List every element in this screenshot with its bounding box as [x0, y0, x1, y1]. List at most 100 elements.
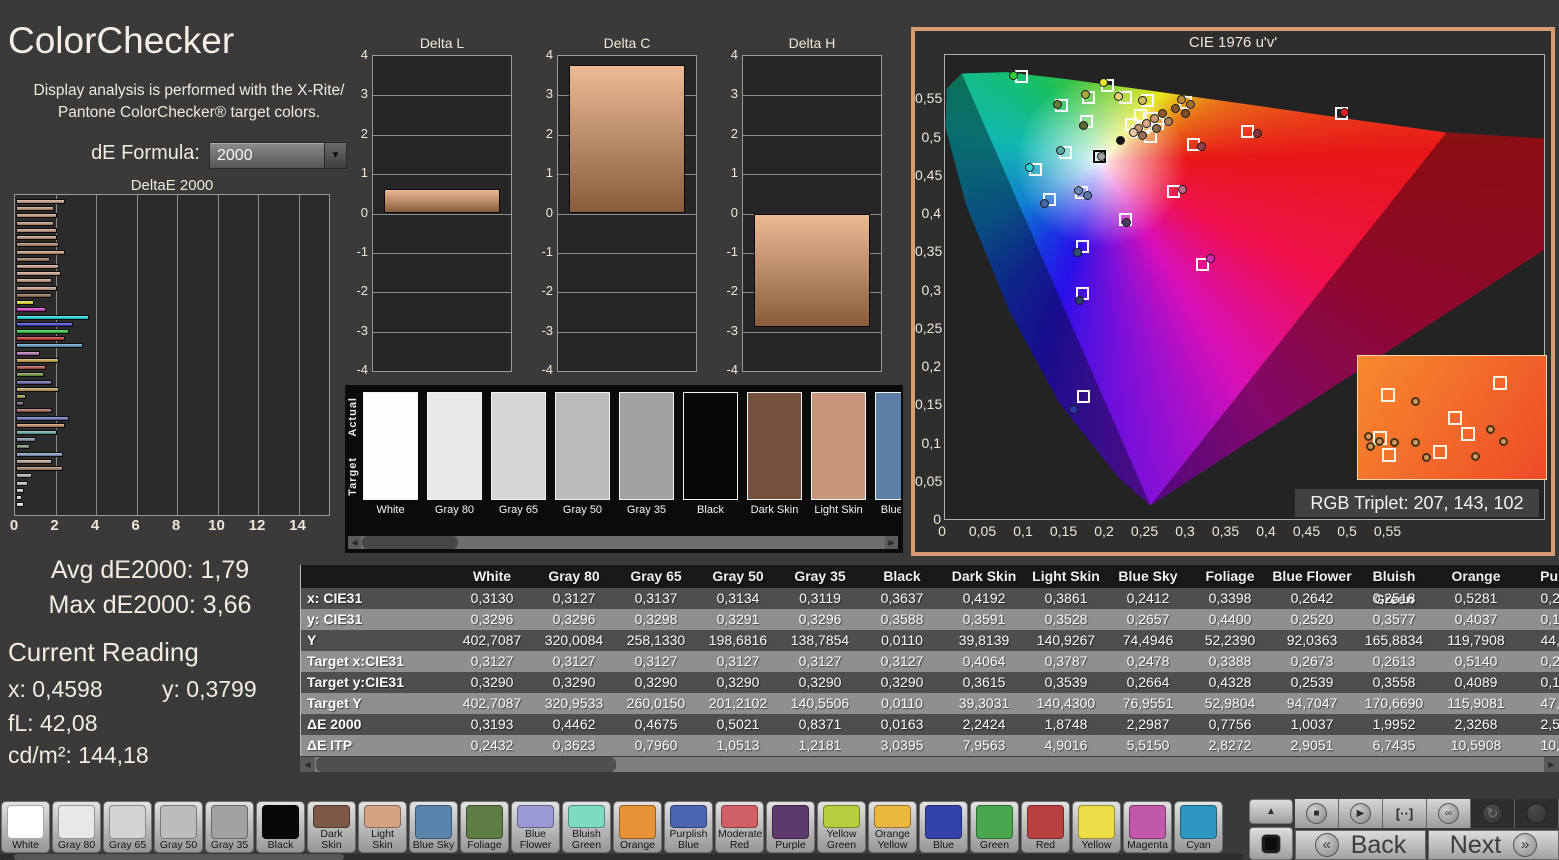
- de-formula-dropdown[interactable]: 2000 ▼: [209, 142, 347, 169]
- y-tick-label: 4: [348, 47, 368, 62]
- patch-bar-scrollbar[interactable]: [0, 854, 1243, 860]
- patch-color: [58, 805, 95, 839]
- continuous-measure-button[interactable]: ∞: [1427, 799, 1471, 828]
- x-tick-label: 4: [77, 517, 113, 534]
- table-cell: 2,3268: [1435, 714, 1517, 735]
- patch-tile-bluish-green[interactable]: Bluish Green: [562, 801, 611, 853]
- target-label: Target: [347, 457, 359, 496]
- table-row: Target Y402,7087320,9533260,0150201,2102…: [301, 693, 1559, 714]
- table-cell: 0,3290: [861, 672, 943, 693]
- scroll-right-icon[interactable]: ▶: [1544, 757, 1559, 772]
- play-button[interactable]: ▶: [1339, 799, 1383, 828]
- scroll-left-icon[interactable]: ◀: [348, 536, 361, 549]
- x-tick-label: 0: [0, 517, 32, 534]
- de-bar: [16, 271, 61, 276]
- gridline: [373, 253, 511, 254]
- patch-tile-dark-skin[interactable]: Dark Skin: [307, 801, 356, 853]
- patch-tile-blue[interactable]: Blue: [919, 801, 968, 853]
- table-cell: 0,3637: [861, 588, 943, 609]
- scrollbar-thumb[interactable]: [316, 757, 616, 772]
- scrollbar-thumb[interactable]: [362, 536, 458, 549]
- patch-tile-gray-35[interactable]: Gray 35: [205, 801, 254, 853]
- swatch-strip-scrollbar[interactable]: ◀ ▶: [348, 536, 898, 549]
- swatch-name: Gray 65: [491, 504, 546, 516]
- patch-label: Dark Skin: [310, 828, 353, 851]
- patch-tile-purple[interactable]: Purple: [766, 801, 815, 853]
- x-tick-label: 8: [158, 517, 194, 534]
- stop-icon: [1262, 835, 1280, 853]
- stop-button[interactable]: ■: [1295, 799, 1339, 828]
- x-tick-label: 0: [924, 523, 960, 539]
- delta-chart-frame: [372, 55, 512, 372]
- de-bar: [16, 502, 24, 507]
- stop-square-button[interactable]: [1249, 827, 1293, 860]
- patch-label: Gray 35: [208, 839, 251, 851]
- patch-label: Magenta: [1126, 839, 1169, 851]
- refresh-button[interactable]: ↻: [1471, 799, 1515, 828]
- patch-tile-yellow-green[interactable]: Yellow Green: [817, 801, 866, 853]
- row-label: y: CIE31: [301, 609, 451, 630]
- patch-tile-gray-50[interactable]: Gray 50: [154, 801, 203, 853]
- table-cell: 0,0163: [861, 714, 943, 735]
- patch-tile-green[interactable]: Green: [970, 801, 1019, 853]
- scroll-up-button[interactable]: ▲: [1249, 799, 1293, 824]
- patch-tile-orange[interactable]: Orange: [613, 801, 662, 853]
- de-formula-label: dE Formula:: [60, 142, 200, 165]
- table-cell: 0,8371: [779, 714, 861, 735]
- table-cell: 0,2613: [1353, 651, 1435, 672]
- chevron-down-icon[interactable]: ▼: [324, 143, 346, 168]
- patch-color: [364, 805, 401, 828]
- table-cell: 0,3588: [861, 609, 943, 630]
- x-tick-label: 12: [239, 517, 275, 534]
- y-tick-label: -4: [533, 362, 553, 377]
- patch-tile-light-skin[interactable]: Light Skin: [358, 801, 407, 853]
- table-cell: 0,3591: [943, 609, 1025, 630]
- patch-tile-black[interactable]: Black: [256, 801, 305, 853]
- stop-icon: ■: [1306, 803, 1327, 824]
- row-label: Target y:CIE31: [301, 672, 451, 693]
- back-button[interactable]: « Back: [1295, 830, 1426, 860]
- patch-label: Light Skin: [361, 828, 404, 851]
- table-cell: 4,9016: [1025, 735, 1107, 756]
- de-bar: [16, 437, 36, 442]
- patch-tile-foliage[interactable]: Foliage: [460, 801, 509, 853]
- table-cell: 74,4946: [1107, 630, 1189, 651]
- scroll-left-icon[interactable]: ◀: [300, 757, 315, 772]
- patch-tile-orange-yellow[interactable]: Orange Yellow: [868, 801, 917, 853]
- swatch-patch: Blue Sky: [875, 392, 901, 522]
- patch-tile-blue-flower[interactable]: Blue Flower: [511, 801, 560, 853]
- patch-tile-gray-65[interactable]: Gray 65: [103, 801, 152, 853]
- patch-color: [874, 805, 911, 828]
- patch-tile-blue-sky[interactable]: Blue Sky: [409, 801, 458, 853]
- row-label: ΔE 2000: [301, 714, 451, 735]
- patch-tile-cyan[interactable]: Cyan: [1174, 801, 1223, 853]
- patch-color: [466, 805, 503, 839]
- swatch-color: [683, 392, 738, 500]
- table-cell: 1,8748: [1025, 714, 1107, 735]
- x-tick-label: 0,05: [965, 523, 1001, 539]
- column-header: Orange: [1435, 565, 1517, 588]
- y-tick-label: 0,05: [915, 473, 941, 489]
- x-tick-label: 2: [37, 517, 73, 534]
- patch-tile-yellow[interactable]: Yellow: [1072, 801, 1121, 853]
- inset-measured-point: [1390, 438, 1399, 447]
- corner-cell: [301, 565, 451, 588]
- patch-tile-purplish-blue[interactable]: Purplish Blue: [664, 801, 713, 853]
- scroll-right-icon[interactable]: ▶: [885, 536, 898, 549]
- patch-tile-white[interactable]: White: [1, 801, 50, 853]
- patch-tile-gray-80[interactable]: Gray 80: [52, 801, 101, 853]
- table-scrollbar[interactable]: ◀ ▶: [300, 757, 1559, 772]
- table-cell: 115,9081: [1435, 693, 1517, 714]
- table-cell: 0,3861: [1025, 588, 1107, 609]
- cie-title: CIE 1976 u'v': [915, 34, 1551, 51]
- measured-point-marker: [1074, 186, 1083, 195]
- single-measure-button[interactable]: [··]: [1383, 799, 1427, 828]
- scrollbar-thumb[interactable]: [14, 854, 344, 860]
- next-button[interactable]: Next »: [1428, 830, 1559, 860]
- y-tick-label: 3: [718, 86, 738, 101]
- patch-tile-red[interactable]: Red: [1021, 801, 1070, 853]
- patch-label: Gray 50: [157, 839, 200, 851]
- patch-tile-magenta[interactable]: Magenta: [1123, 801, 1172, 853]
- patch-tile-moderate-red[interactable]: Moderate Red: [715, 801, 764, 853]
- table-cell: 0,3787: [1025, 651, 1107, 672]
